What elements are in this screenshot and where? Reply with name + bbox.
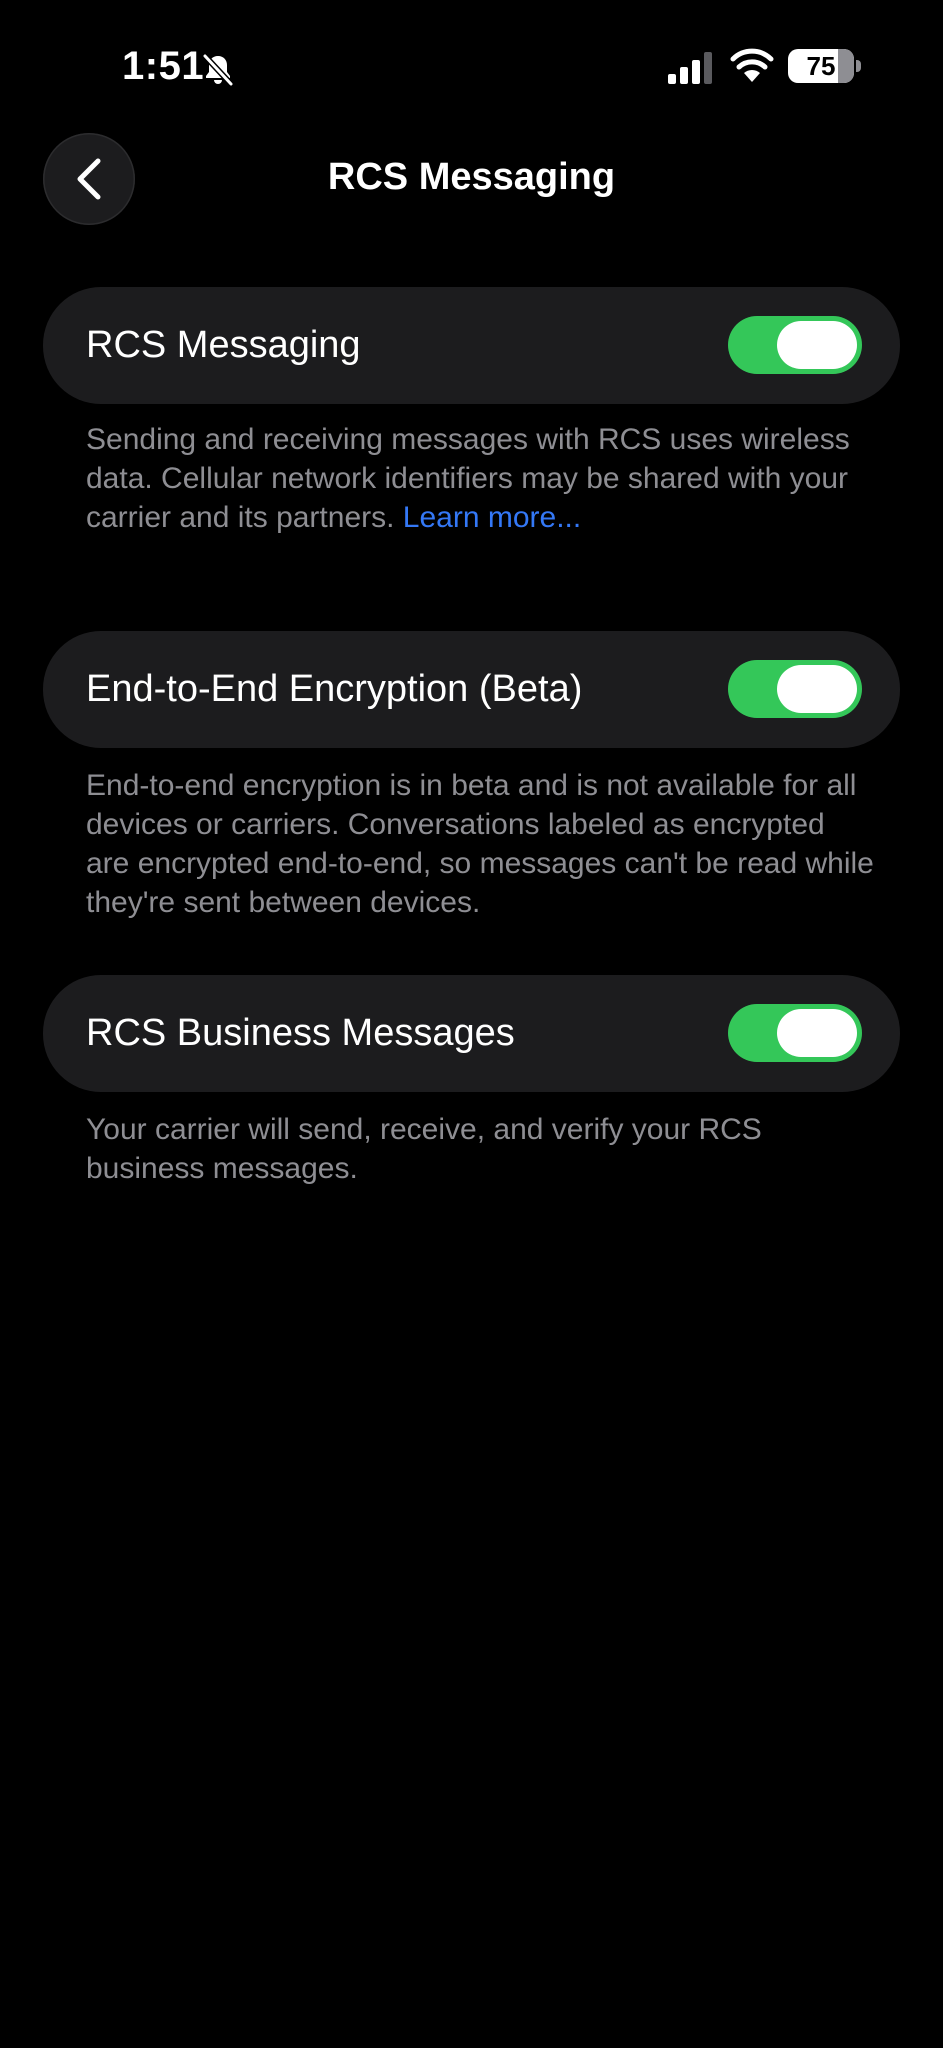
wifi-icon bbox=[730, 48, 774, 82]
battery-icon: 75 bbox=[788, 49, 854, 83]
setting-row-rcs-messaging: RCS Messaging bbox=[43, 287, 900, 404]
setting-label: RCS Business Messages bbox=[86, 1012, 515, 1054]
setting-row-end-to-end-encryption: End-to-End Encryption (Beta) bbox=[43, 631, 900, 748]
setting-label: RCS Messaging bbox=[86, 324, 361, 366]
back-button[interactable] bbox=[43, 133, 135, 225]
status-bar: 1:51 75 bbox=[0, 0, 943, 140]
toggle-knob bbox=[777, 321, 857, 369]
signal-icon bbox=[668, 52, 712, 84]
setting-footer-rcs-business-messages: Your carrier will send, receive, and ver… bbox=[86, 1113, 762, 1185]
battery-percent: 75 bbox=[806, 51, 836, 81]
setting-row-rcs-business-messages: RCS Business Messages bbox=[43, 975, 900, 1092]
page-title: RCS Messaging bbox=[327, 156, 616, 198]
chevron-left-icon bbox=[77, 158, 101, 200]
toggle-knob bbox=[777, 1009, 857, 1057]
setting-footer-rcs-messaging: Sending and receiving messages with RCS … bbox=[86, 420, 876, 537]
rcs-messaging-toggle[interactable] bbox=[728, 316, 862, 374]
setting-footer-end-to-end-encryption: End-to-end encryption is in beta and is … bbox=[86, 769, 874, 919]
bell-slash-icon bbox=[202, 53, 234, 87]
end-to-end-encryption-toggle[interactable] bbox=[728, 660, 862, 718]
setting-label: End-to-End Encryption (Beta) bbox=[86, 668, 583, 710]
toggle-knob bbox=[777, 665, 857, 713]
rcs-business-messages-toggle[interactable] bbox=[728, 1004, 862, 1062]
battery-tip bbox=[856, 60, 861, 72]
learn-more-link[interactable]: Learn more... bbox=[403, 501, 581, 534]
status-time: 1:51 bbox=[122, 44, 205, 88]
